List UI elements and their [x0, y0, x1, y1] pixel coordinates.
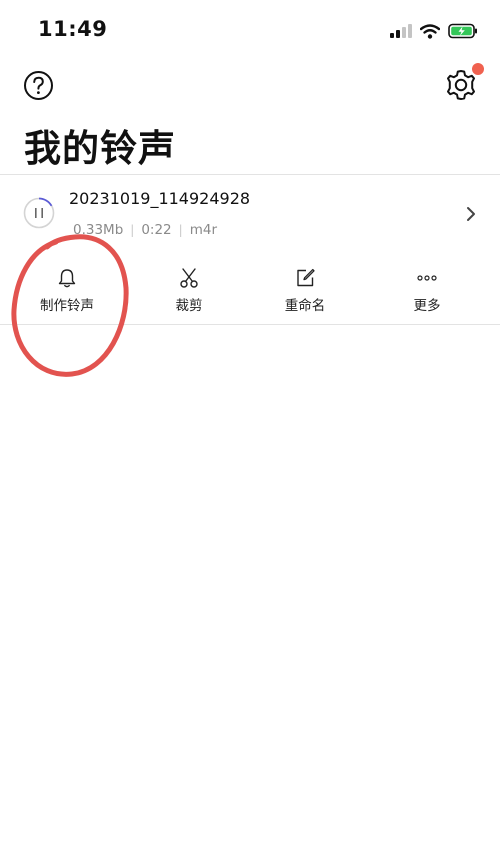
more-icon: [417, 275, 437, 281]
notification-badge: [472, 63, 484, 75]
meta-separator: |: [178, 223, 183, 237]
scissors-icon: [180, 268, 198, 288]
pause-icon: [23, 197, 55, 229]
more-button[interactable]: 更多: [366, 256, 488, 324]
edit-icon: [297, 268, 315, 287]
settings-button[interactable]: [444, 63, 484, 102]
more-label: 更多: [413, 298, 441, 314]
status-icons: [390, 20, 478, 42]
rename-button[interactable]: 重命名: [244, 256, 366, 324]
battery-charging-icon: [448, 23, 477, 39]
recording-item[interactable]: 20231019_114924928 0.33Mb | 0:22 | m4r: [0, 176, 500, 254]
make-ringtone-button[interactable]: 制作铃声: [0, 256, 134, 324]
signal-icon: [390, 24, 412, 38]
recording-size: 0.33Mb: [73, 222, 124, 238]
header-divider: [0, 174, 500, 175]
bell-icon: [58, 269, 76, 288]
help-button[interactable]: [23, 70, 54, 101]
trim-button[interactable]: 裁剪: [134, 256, 244, 324]
recording-name: 20231019_114924928: [69, 189, 251, 208]
pause-button[interactable]: [23, 197, 55, 229]
status-bar: 11:49: [0, 0, 500, 60]
status-time: 11:49: [38, 17, 108, 41]
meta-separator: |: [130, 223, 135, 237]
page-title: 我的铃声: [24, 127, 176, 170]
recording-format: m4r: [189, 222, 217, 238]
actions-divider: [0, 324, 500, 325]
top-bar: [0, 62, 500, 108]
action-bar: 制作铃声 裁剪 重命名 更多: [0, 256, 500, 324]
chevron-right-icon[interactable]: [464, 204, 478, 224]
trim-label: 裁剪: [175, 298, 203, 314]
wifi-icon: [420, 23, 440, 39]
question-icon: [24, 71, 53, 100]
rename-label: 重命名: [284, 298, 326, 314]
recording-meta: 0.33Mb | 0:22 | m4r: [73, 222, 217, 238]
recording-duration: 0:22: [141, 222, 172, 238]
make-ringtone-label: 制作铃声: [40, 298, 94, 314]
